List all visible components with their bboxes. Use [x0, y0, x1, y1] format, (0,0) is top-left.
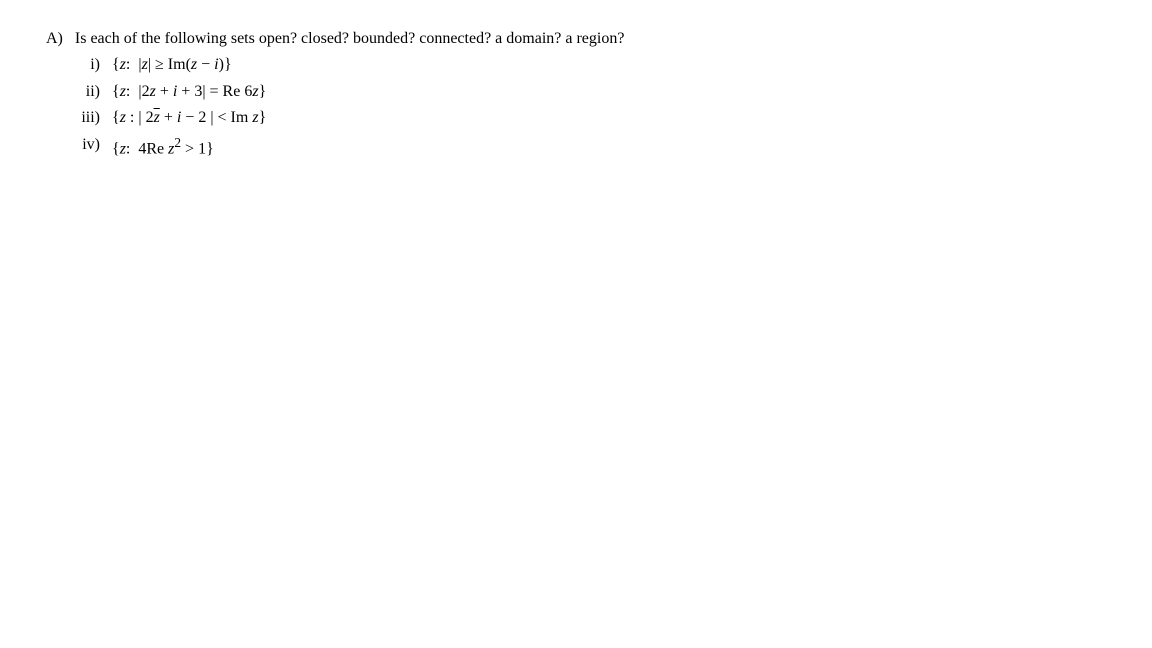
question-label: A)	[46, 30, 63, 47]
sub-item: i) {z: |z| ≥ Im(z − i)}	[74, 54, 1152, 76]
roman-numeral: ii)	[74, 81, 100, 103]
sub-item-list: i) {z: |z| ≥ Im(z − i)} ii) {z: |2z + i …	[46, 54, 1152, 160]
set-expression: {z : | 2z + i − 2 | < Im z}	[112, 107, 266, 129]
sub-item: iv) {z: 4Re z2 > 1}	[74, 134, 1152, 161]
set-expression: {z: 4Re z2 > 1}	[112, 134, 214, 161]
set-expression: {z: |z| ≥ Im(z − i)}	[112, 54, 232, 76]
sub-item: ii) {z: |2z + i + 3| = Re 6z}	[74, 81, 1152, 103]
sub-item: iii) {z : | 2z + i − 2 | < Im z}	[74, 107, 1152, 129]
question-text: Is each of the following sets open? clos…	[75, 30, 625, 47]
roman-numeral: i)	[74, 54, 100, 76]
document-body: A) Is each of the following sets open? c…	[0, 0, 1152, 160]
roman-numeral: iv)	[74, 134, 100, 161]
set-expression: {z: |2z + i + 3| = Re 6z}	[112, 81, 266, 103]
question-heading: A) Is each of the following sets open? c…	[46, 28, 1152, 50]
roman-numeral: iii)	[74, 107, 100, 129]
